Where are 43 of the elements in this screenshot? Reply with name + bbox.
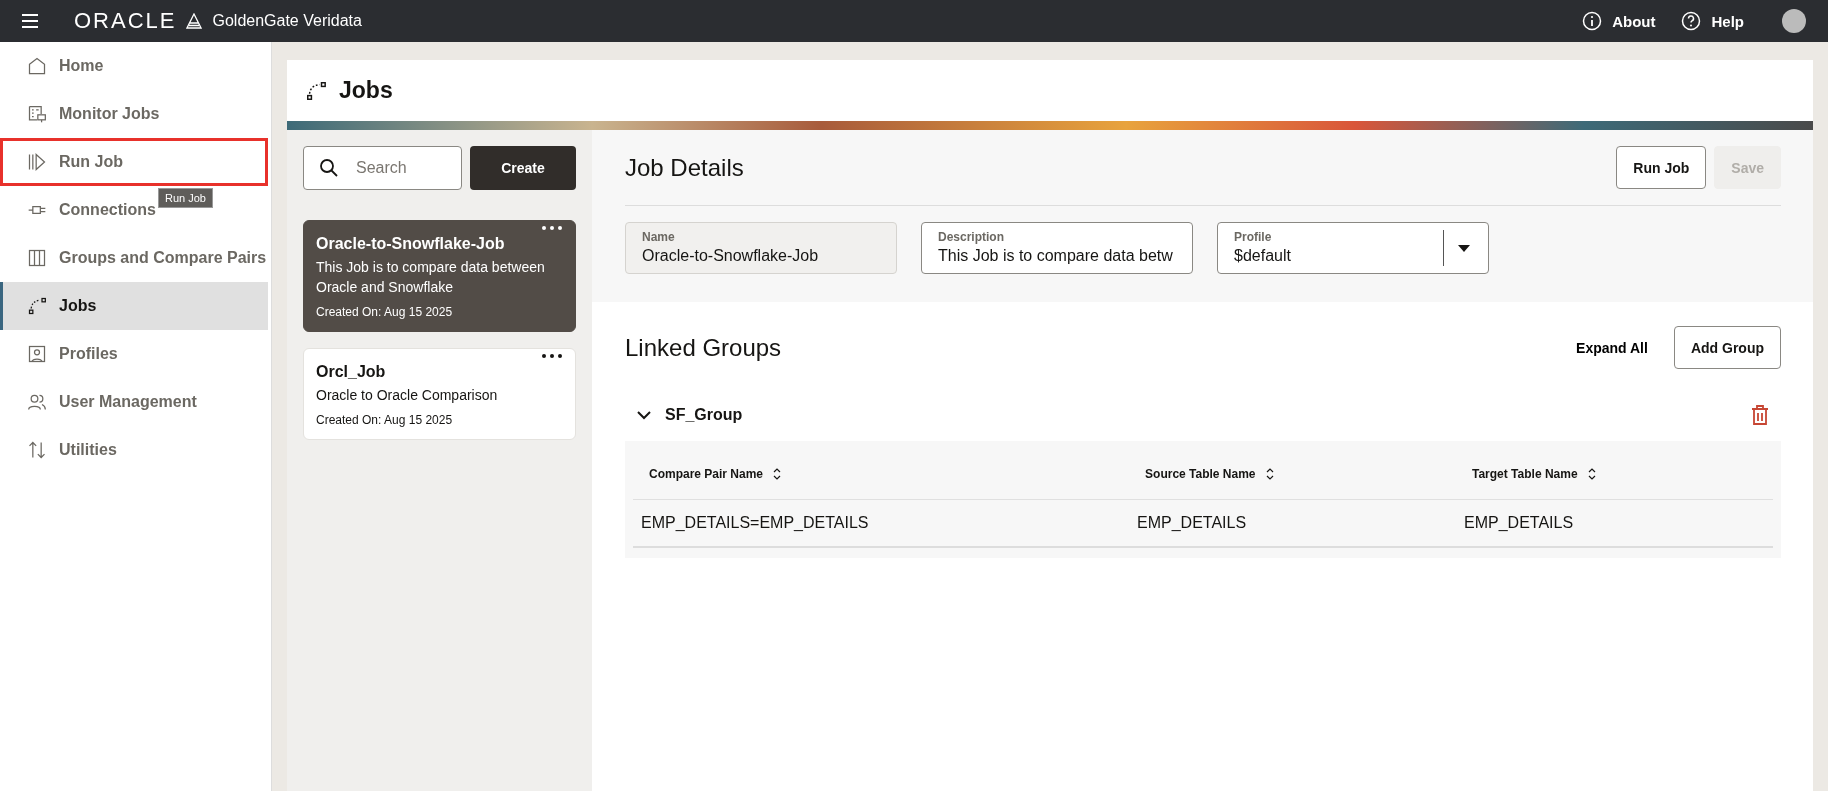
sidebar-item[interactable]: Groups and Compare Pairs <box>0 234 271 282</box>
job-card[interactable]: Oracle-to-Snowflake-Job This Job is to compare data between Oracle and Snowflake Created On: Aug 15 2025 <box>303 220 576 332</box>
sidebar-item[interactable]: Home <box>0 42 108 90</box>
sidebar-item[interactable]: User Management <box>0 378 201 426</box>
field-label: Name <box>642 230 675 244</box>
oracle-logo-text: ORACLE <box>74 8 177 34</box>
section-title: Job Details <box>625 153 744 182</box>
column-header[interactable]: Compare Pair Name <box>649 467 782 481</box>
sidebar-item[interactable]: Run Job <box>0 138 268 186</box>
add-group-button[interactable]: Add Group <box>1673 326 1781 369</box>
table-cell: EMP_DETAILS=EMP_DETAILS <box>633 499 1130 547</box>
job-card[interactable]: Orcl_Job Oracle to Oracle Comparison Created On: Aug 15 2025 <box>303 348 576 440</box>
sidebar-item[interactable]: Monitor Jobs <box>0 90 164 138</box>
page-title: Jobs <box>339 77 393 104</box>
section-title: Linked Groups <box>625 333 782 362</box>
expand-all-button[interactable]: Expand All <box>1570 338 1654 357</box>
job-created-date: Created On: Aug 15 2025 <box>316 305 454 319</box>
run-job-button[interactable]: Run Job <box>1616 146 1707 189</box>
job-created-date: Created On: Aug 15 2025 <box>316 413 454 427</box>
job-name: Oracle-to-Snowflake-Job <box>316 235 506 253</box>
help-link[interactable]: Help <box>1681 11 1744 31</box>
sidebar-item[interactable]: Connections <box>0 186 160 234</box>
sidebar-item[interactable]: Profiles <box>0 330 122 378</box>
about-link[interactable]: About <box>1582 11 1656 31</box>
group-name: SF_Group <box>665 406 743 424</box>
product-name: GoldenGate Veridata <box>212 12 362 30</box>
sidebar-item[interactable]: Utilities <box>0 426 121 474</box>
table-cell: EMP_DETAILS <box>1129 499 1456 547</box>
input-field[interactable]: Name Oracle-to-Snowflake-Job <box>625 222 897 274</box>
table-cell: EMP_DETAILS <box>1456 499 1773 547</box>
create-button[interactable]: Create <box>470 146 576 190</box>
search-field[interactable]: Search <box>303 146 462 190</box>
column-header[interactable]: Target Table Name <box>1472 467 1596 481</box>
field-label: Description <box>938 230 1004 244</box>
column-header[interactable]: Source Table Name <box>1145 467 1274 481</box>
job-description: This Job is to compare data between Oracle and Snowflake <box>316 258 546 297</box>
sidebar-item[interactable]: Jobs <box>0 282 268 330</box>
input-field[interactable]: Description This Job is to compare data betw <box>921 222 1193 274</box>
tooltip: Run Job <box>158 188 213 208</box>
job-description: Oracle to Oracle Comparison <box>316 386 499 405</box>
field-label: Profile <box>1234 230 1272 244</box>
job-name: Orcl_Job <box>316 363 387 381</box>
select-field[interactable]: Profile $default <box>1217 222 1489 274</box>
